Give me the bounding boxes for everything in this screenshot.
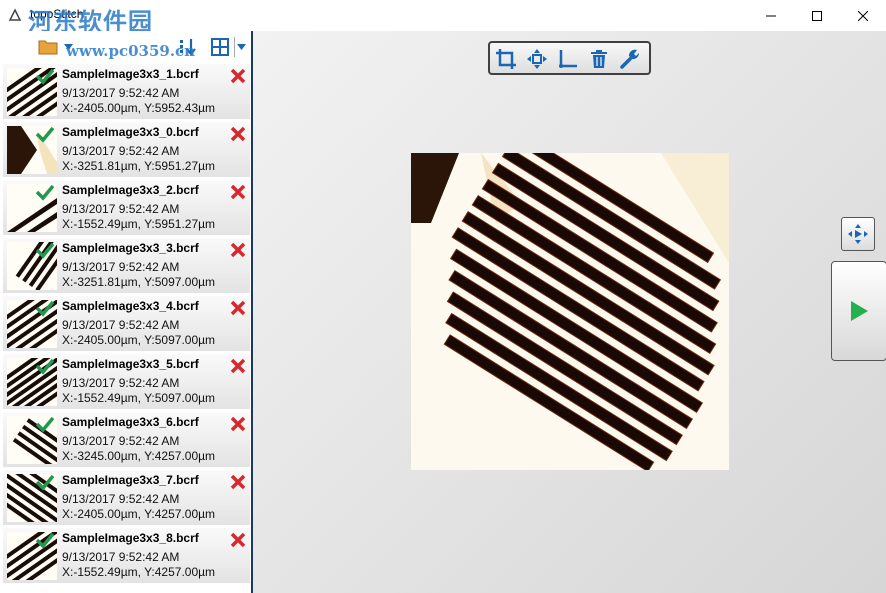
expand-button[interactable] [841,217,875,251]
check-icon [35,126,55,143]
delete-icon[interactable] [230,300,246,316]
title-bar: topoStitch 河东软件园 [0,0,886,36]
file-coords: X:-1552.49µm, Y:5097.00µm [62,391,216,405]
check-icon [35,474,55,491]
dropdown-arrow-icon [237,44,246,50]
trash-icon [591,50,607,68]
file-date: 9/13/2017 9:52:42 AM [62,550,180,564]
axes-icon [559,50,577,68]
list-item[interactable]: SampleImage3x3_3.bcrf 9/13/2017 9:52:42 … [3,238,250,293]
layout-button[interactable] [208,37,232,57]
file-date: 9/13/2017 9:52:42 AM [62,260,180,274]
file-name: SampleImage3x3_1.bcrf [62,67,199,81]
check-icon [35,358,55,375]
list-item[interactable]: SampleImage3x3_4.bcrf 9/13/2017 9:52:42 … [3,296,250,351]
file-date: 9/13/2017 9:52:42 AM [62,318,180,332]
settings-button[interactable] [618,47,642,71]
list-item[interactable]: SampleImage3x3_2.bcrf 9/13/2017 9:52:42 … [3,180,250,235]
delete-icon[interactable] [230,68,246,84]
minimize-button[interactable] [748,0,794,31]
file-name: SampleImage3x3_5.bcrf [62,357,199,371]
delete-icon[interactable] [230,416,246,432]
run-stitch-button[interactable] [831,261,886,361]
file-coords: X:-3245.00µm, Y:4257.00µm [62,449,216,463]
stitch-canvas[interactable] [253,31,886,593]
file-date: 9/13/2017 9:52:42 AM [62,86,180,100]
folder-open-icon [38,40,58,55]
file-name: SampleImage3x3_7.bcrf [62,473,199,487]
check-icon [35,68,55,85]
file-date: 9/13/2017 9:52:42 AM [62,492,180,506]
file-name: SampleImage3x3_8.bcrf [62,531,199,545]
play-icon [851,301,868,321]
file-coords: X:-1552.49µm, Y:4257.00µm [62,565,216,579]
maximize-icon [812,10,822,21]
canvas-toolbar [488,41,651,75]
crop-button[interactable] [494,47,518,71]
delete-icon[interactable] [230,242,246,258]
file-coords: X:-3251.81µm, Y:5097.00µm [62,275,216,289]
list-item[interactable]: SampleImage3x3_8.bcrf 9/13/2017 9:52:42 … [3,528,250,583]
file-name: SampleImage3x3_6.bcrf [62,415,199,429]
image-list-panel: SampleImage3x3_1.bcrf 9/13/2017 9:52:42 … [0,31,253,593]
open-folder-button[interactable] [36,37,60,57]
delete-icon[interactable] [230,532,246,548]
file-date: 9/13/2017 9:52:42 AM [62,144,180,158]
list-item[interactable]: SampleImage3x3_5.bcrf 9/13/2017 9:52:42 … [3,354,250,409]
check-icon [35,532,55,549]
check-icon [35,416,55,433]
grid-layout-icon [211,38,229,56]
file-coords: X:-1552.49µm, Y:5951.27µm [62,217,216,231]
file-name: SampleImage3x3_4.bcrf [62,299,199,313]
list-item[interactable]: SampleImage3x3_0.bcrf 9/13/2017 9:52:42 … [3,122,250,177]
delete-icon[interactable] [230,358,246,374]
check-icon [35,300,55,317]
app-icon [8,8,22,21]
list-item[interactable]: SampleImage3x3_6.bcrf 9/13/2017 9:52:42 … [3,412,250,467]
file-coords: X:-2405.00µm, Y:4257.00µm [62,507,216,521]
file-coords: X:-2405.00µm, Y:5097.00µm [62,333,216,347]
watermark-url: www.pc0359.cn [66,42,196,60]
delete-icon[interactable] [230,474,246,490]
move-icon [527,49,547,69]
axes-button[interactable] [556,47,580,71]
delete-all-button[interactable] [587,47,611,71]
file-date: 9/13/2017 9:52:42 AM [62,434,180,448]
delete-icon[interactable] [230,126,246,142]
minimize-icon [766,15,776,16]
expand-arrows-icon [848,224,868,244]
layout-dropdown-button[interactable] [234,37,248,57]
list-item[interactable]: SampleImage3x3_1.bcrf 9/13/2017 9:52:42 … [3,64,250,119]
crop-icon [496,49,516,69]
close-button[interactable] [840,0,886,31]
file-date: 9/13/2017 9:52:42 AM [62,202,180,216]
file-name: SampleImage3x3_2.bcrf [62,183,199,197]
file-coords: X:-2405.00µm, Y:5952.43µm [62,101,216,115]
wrench-icon [620,49,640,69]
move-button[interactable] [525,47,549,71]
close-icon [858,10,868,21]
check-icon [35,184,55,201]
maximize-button[interactable] [794,0,840,31]
delete-icon[interactable] [230,184,246,200]
file-name: SampleImage3x3_0.bcrf [62,125,199,139]
list-item[interactable]: SampleImage3x3_7.bcrf 9/13/2017 9:52:42 … [3,470,250,525]
stitched-image-preview [411,153,729,470]
file-date: 9/13/2017 9:52:42 AM [62,376,180,390]
file-name: SampleImage3x3_3.bcrf [62,241,199,255]
check-icon [35,242,55,259]
file-coords: X:-3251.81µm, Y:5951.27µm [62,159,216,173]
